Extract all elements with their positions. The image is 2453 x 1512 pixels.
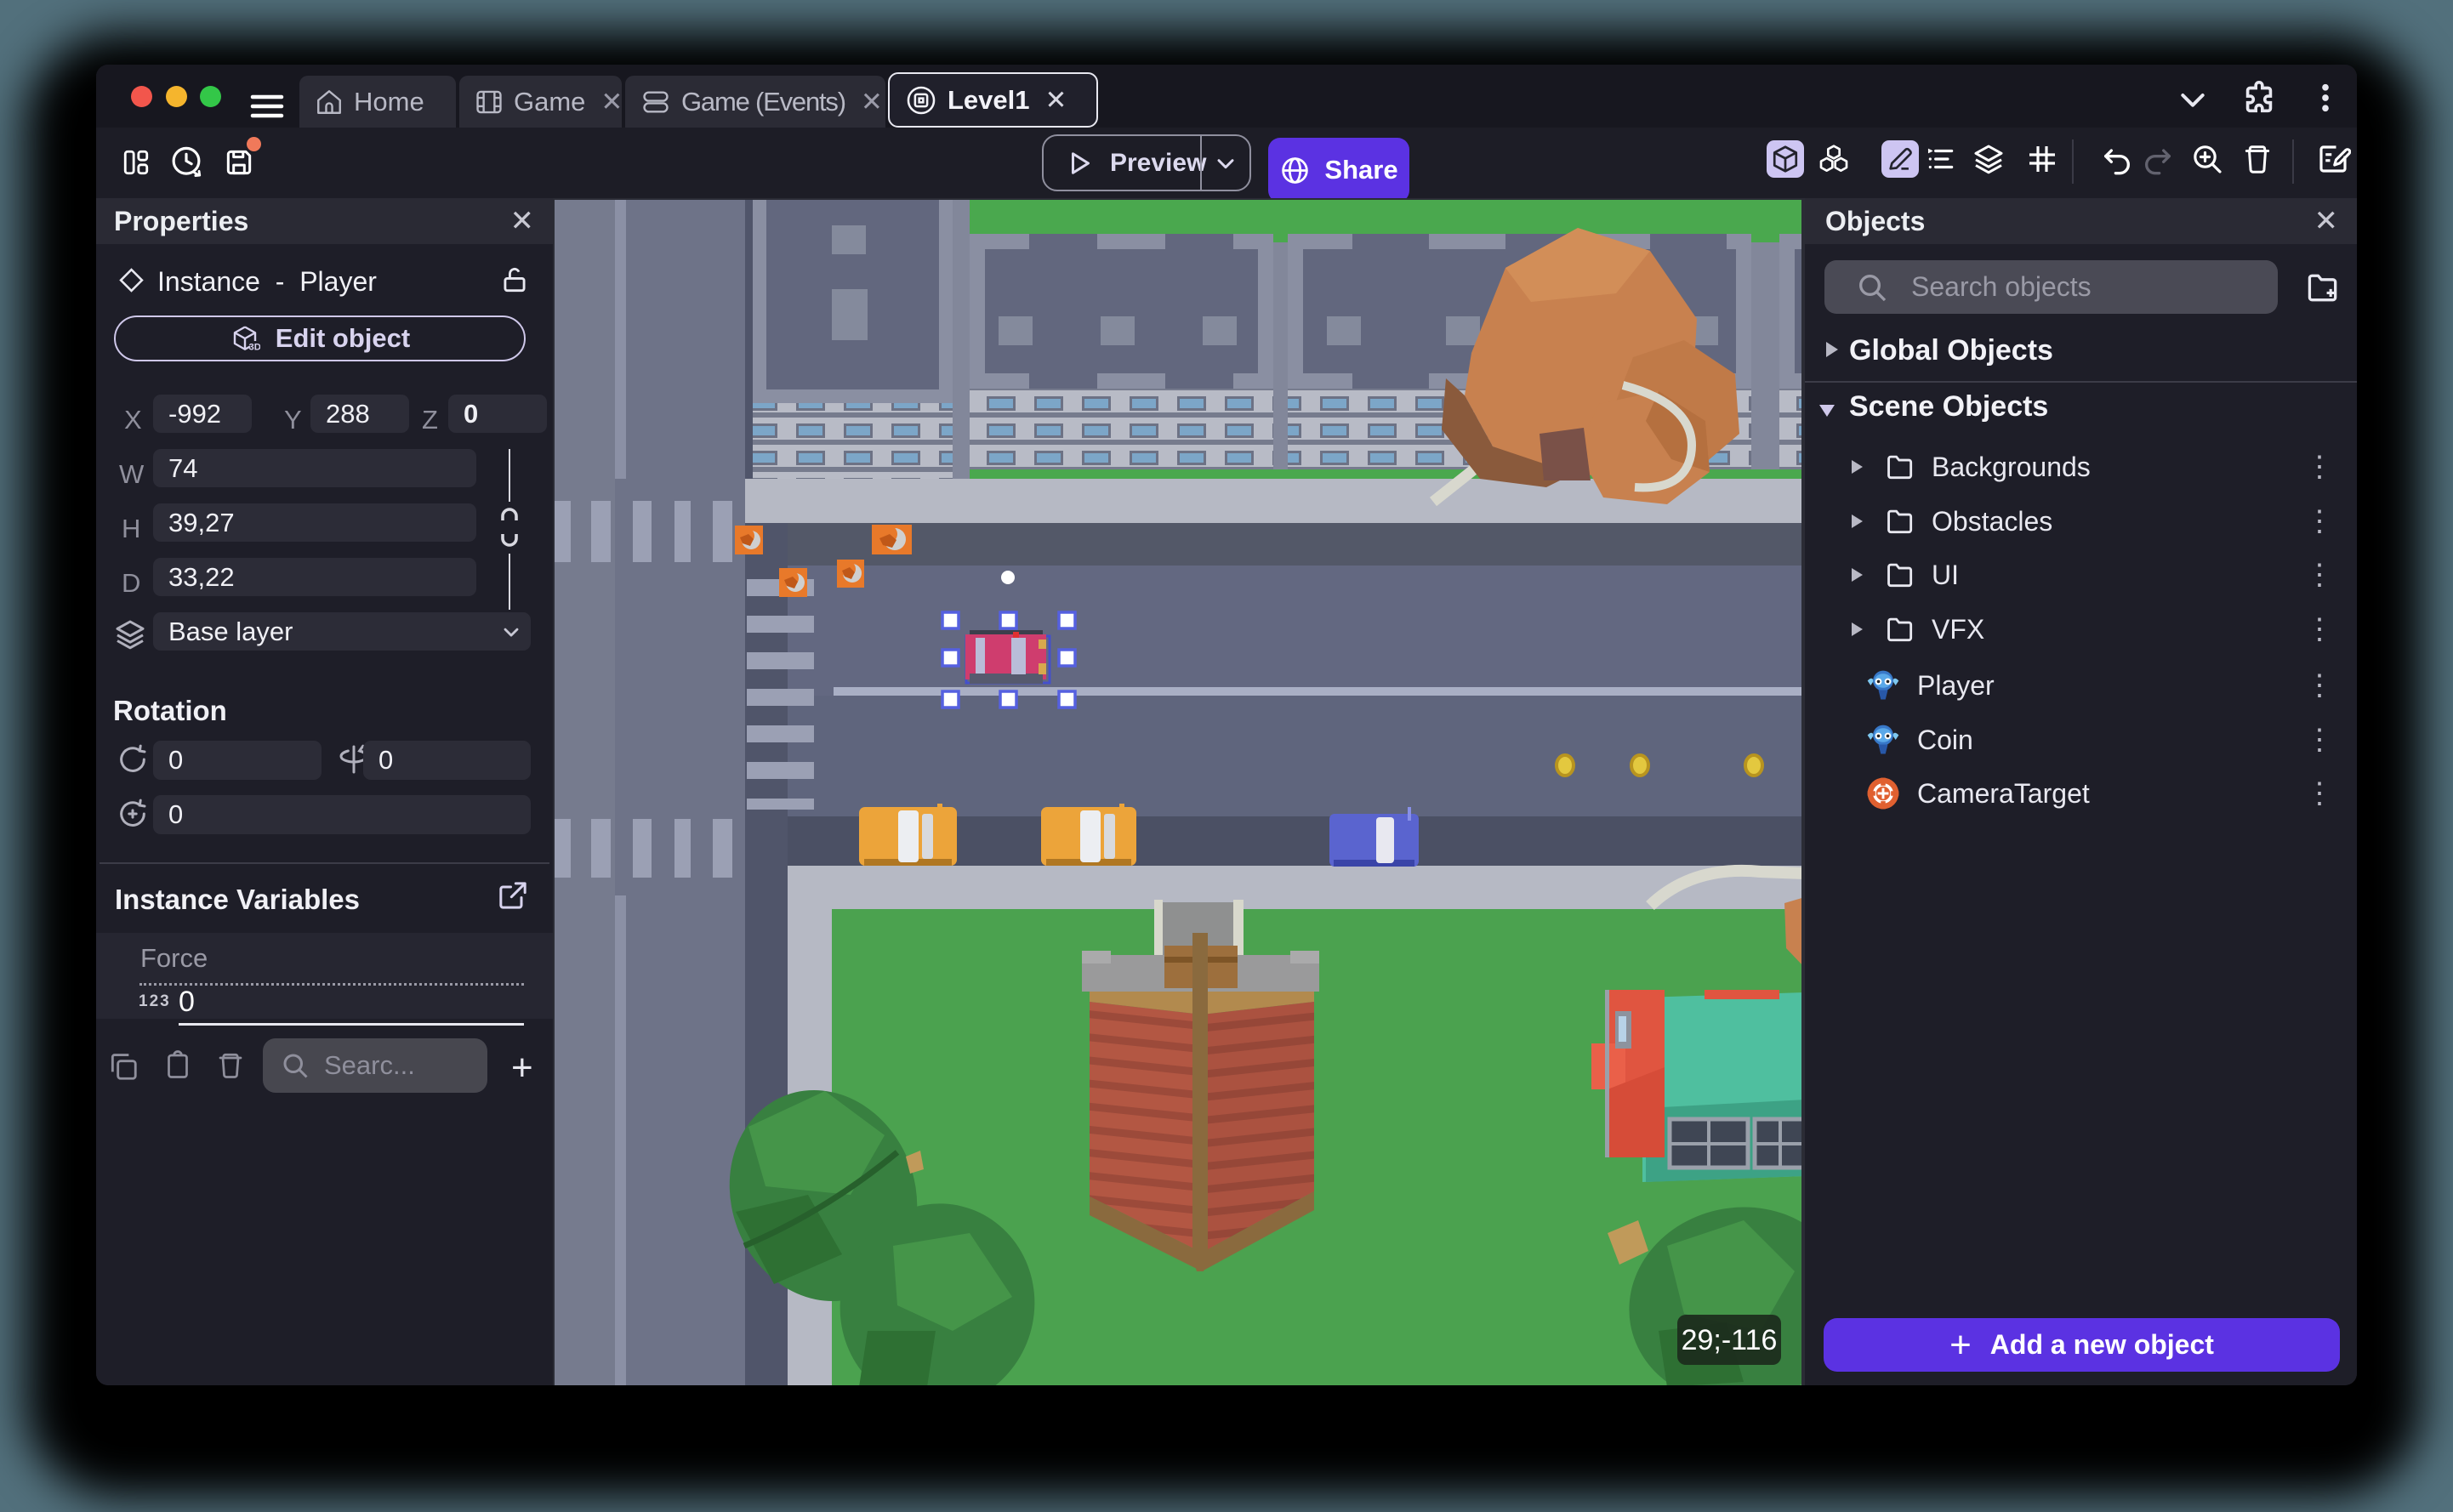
svg-text:3D: 3D	[248, 343, 260, 353]
svg-text:29;-116: 29;-116	[1682, 1324, 1778, 1356]
